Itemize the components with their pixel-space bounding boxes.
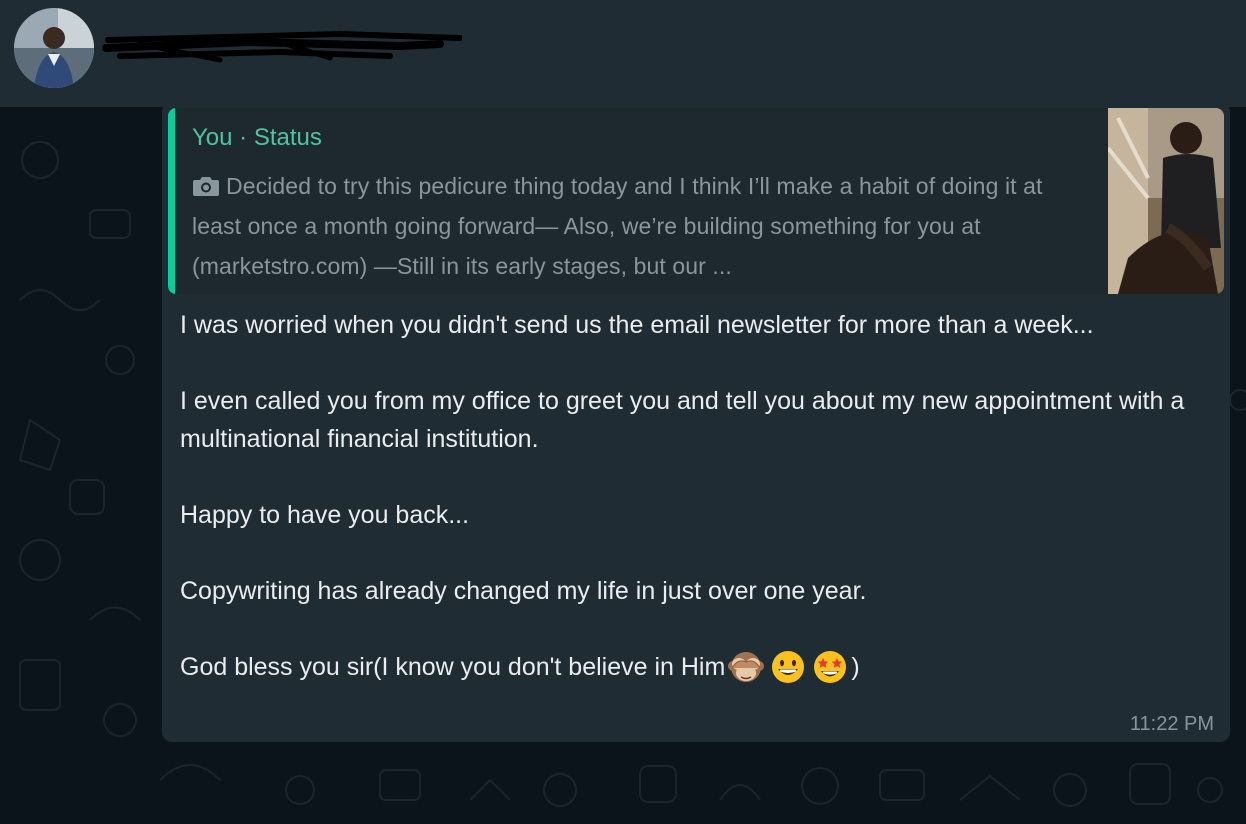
message-paragraph: I even called you from my office to gree… — [180, 387, 1185, 453]
quoted-status[interactable]: You · Status Decided to try this pedicur… — [168, 108, 1224, 294]
star-struck-emoji — [811, 648, 849, 686]
contact-avatar[interactable] — [14, 8, 94, 88]
chat-header — [0, 0, 1246, 107]
grinning-face-emoji — [769, 648, 807, 686]
message-last-line: God bless you sir(I know you don't belie… — [180, 648, 1190, 686]
message-text: I was worried when you didn't send us th… — [180, 306, 1190, 686]
message-paragraph: Copywriting has already changed my life … — [180, 577, 867, 605]
camera-icon — [192, 169, 220, 196]
chat-screen: You · Status Decided to try this pedicur… — [0, 0, 1246, 824]
quote-text-block: Decided to try this pedicure thing today… — [192, 166, 1072, 286]
see-no-evil-monkey-emoji — [727, 648, 765, 686]
last-line-suffix: ) — [851, 653, 860, 681]
quote-accent-bar — [168, 108, 175, 294]
quote-text: Decided to try this pedicure thing today… — [192, 173, 1043, 279]
last-line-text: God bless you sir(I know you don't belie… — [180, 653, 726, 681]
status-thumbnail[interactable] — [1108, 108, 1224, 294]
message-bubble[interactable]: You · Status Decided to try this pedicur… — [162, 102, 1230, 742]
message-paragraph: Happy to have you back... — [180, 501, 470, 529]
message-timestamp: 11:22 PM — [1129, 713, 1214, 735]
redacted-contact-name — [102, 30, 462, 63]
message-paragraph: I was worried when you didn't send us th… — [180, 311, 1094, 339]
quote-author: You · Status — [192, 124, 322, 151]
